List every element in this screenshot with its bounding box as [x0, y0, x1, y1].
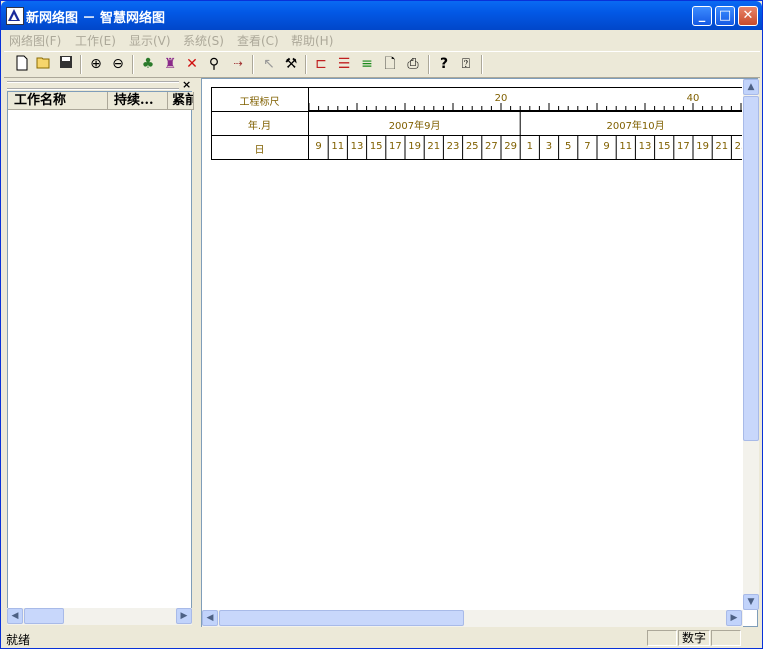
day-label: 7 [584, 141, 591, 152]
column-header-predecessor[interactable]: 紧前 [168, 92, 194, 110]
menu-task[interactable]: 工作(E) [75, 32, 116, 49]
maximize-button[interactable]: □ [715, 6, 735, 26]
print-icon[interactable]: ⎙ [403, 55, 423, 73]
minimize-button[interactable]: _ [692, 6, 712, 26]
day-label: 15 [369, 141, 383, 152]
day-label: 21 [715, 141, 729, 152]
day-label: 27 [485, 141, 498, 152]
scroll-up-icon[interactable]: ▲ [743, 79, 759, 95]
close-button[interactable]: ✕ [738, 6, 758, 26]
save-icon[interactable] [56, 55, 76, 73]
toolbar-separator [428, 55, 430, 74]
day-label: 17 [677, 141, 690, 152]
task-list-hscroll[interactable]: ◀ ▶ [7, 608, 192, 625]
day-label: 3 [545, 141, 553, 152]
scroll-right-icon[interactable]: ▶ [726, 610, 742, 626]
timeline-hscroll[interactable]: ◀ ▶ [202, 610, 743, 627]
column-header-task-name[interactable]: 工作名称 [8, 92, 108, 110]
day-label: 5 [565, 141, 572, 152]
day-label: 19 [408, 141, 421, 152]
scroll-right-icon[interactable]: ▶ [176, 608, 192, 624]
menu-system[interactable]: 系统(S) [183, 32, 224, 49]
scroll-thumb[interactable] [743, 96, 759, 441]
scroll-left-icon[interactable]: ◀ [7, 608, 23, 624]
toolbar: ⊕ ⊖ ♣ ♜ ✕ ⚲ ⇢ ↖ ⚒ ⊏ ☰ ≡ 🗋 ⎙ ? ⍰ [4, 51, 760, 78]
day-label: 19 [696, 141, 709, 152]
timeline-pane: 工程标尺 年.月 日 20 40 2007年9月 2007年10月 9 11 13 15 1… [201, 78, 759, 627]
toolbar-separator [481, 55, 483, 74]
print-preview-icon[interactable]: 🗋 [380, 55, 400, 73]
insert-task-icon[interactable]: ♜ [160, 55, 180, 73]
app-logo-icon [6, 7, 24, 25]
day-label: 1 [526, 141, 533, 152]
gantt-view-icon[interactable]: ☰ [334, 55, 354, 73]
context-help-icon[interactable]: ⍰ [456, 55, 476, 73]
menu-help[interactable]: 帮助(H) [291, 32, 333, 49]
row-label-day: 日 [254, 145, 265, 156]
day-label: 9 [315, 141, 322, 152]
scroll-thumb[interactable] [24, 608, 64, 624]
toolbar-separator [80, 55, 82, 74]
network-view-icon[interactable]: ⊏ [311, 55, 331, 73]
scroll-left-icon[interactable]: ◀ [202, 610, 218, 626]
tools-icon[interactable]: ⚒ [281, 55, 301, 73]
scroll-thumb[interactable] [219, 610, 464, 626]
arrow-add-icon[interactable]: ↖ [259, 55, 279, 73]
row-label-month: 年.月 [247, 121, 272, 132]
timescale-icon[interactable]: ≡ [357, 55, 377, 73]
maximize-icon: □ [718, 8, 732, 23]
zoom-out-icon[interactable]: ⊖ [108, 55, 128, 73]
toolbar-separator [132, 55, 134, 74]
day-label: 21 [427, 141, 441, 152]
month-label: 2007年9月 [388, 121, 441, 132]
delete-icon[interactable]: ✕ [182, 55, 202, 73]
status-bar: 就绪 数字 [4, 628, 760, 648]
timeline-vscroll[interactable]: ▲ ▼ [743, 79, 759, 610]
scale-label: 40 [686, 93, 700, 104]
day-label: 29 [504, 141, 517, 152]
status-cell-empty [711, 630, 741, 646]
menu-inspect[interactable]: 查看(C) [237, 32, 279, 49]
row-label-scale: 工程标尺 [239, 97, 280, 108]
menu-network[interactable]: 网络图(F) [9, 32, 61, 49]
pane-grip[interactable] [7, 81, 179, 90]
link-icon[interactable]: ⇢ [228, 55, 248, 73]
pane-close-icon[interactable]: × [182, 78, 191, 91]
scale-label: 20 [494, 93, 508, 104]
close-icon: ✕ [742, 8, 754, 23]
task-list-pane: × 工作名称 持续... 紧前 ◀ ▶ [5, 78, 194, 626]
window-title: 新网络图 － 智慧网络图 [26, 11, 166, 26]
open-folder-icon[interactable] [34, 55, 54, 73]
zoom-in-icon[interactable]: ⊕ [86, 55, 106, 73]
search-icon[interactable]: ⚲ [204, 55, 224, 73]
day-label: 9 [603, 141, 610, 152]
column-header-duration[interactable]: 持续... [108, 92, 168, 110]
day-label: 23 [446, 141, 460, 152]
title-bar[interactable]: 新网络图 － 智慧网络图 _ □ ✕ [1, 1, 762, 30]
minimize-icon: _ [698, 8, 706, 23]
app-window: 新网络图 － 智慧网络图 _ □ ✕ 网络图(F) 工作(E) 显示(V) 系统… [0, 0, 763, 649]
new-file-icon[interactable] [12, 55, 32, 73]
status-cell-empty [647, 630, 677, 646]
menu-bar: 网络图(F) 工作(E) 显示(V) 系统(S) 查看(C) 帮助(H) [4, 30, 760, 50]
toolbar-separator [305, 55, 307, 74]
status-num: 数字 [678, 630, 710, 646]
day-label: 15 [657, 141, 671, 152]
task-list[interactable]: 工作名称 持续... 紧前 [7, 91, 194, 610]
help-icon[interactable]: ? [434, 55, 454, 73]
month-label: 2007年10月 [606, 121, 665, 132]
day-label: 11 [331, 141, 345, 152]
day-label: 25 [465, 141, 479, 152]
timeline-grid[interactable]: 工程标尺 年.月 日 20 40 2007年9月 2007年10月 9 11 13 15 1… [211, 87, 742, 607]
scroll-down-icon[interactable]: ▼ [743, 594, 759, 610]
day-label: 13 [350, 141, 364, 152]
day-label: 11 [619, 141, 633, 152]
day-label: 17 [389, 141, 402, 152]
add-task-icon[interactable]: ♣ [138, 55, 158, 73]
toolbar-separator [252, 55, 254, 74]
day-label: 13 [638, 141, 652, 152]
day-label: 23 [734, 141, 742, 152]
menu-view[interactable]: 显示(V) [129, 32, 171, 49]
status-ready: 就绪 [6, 633, 31, 647]
